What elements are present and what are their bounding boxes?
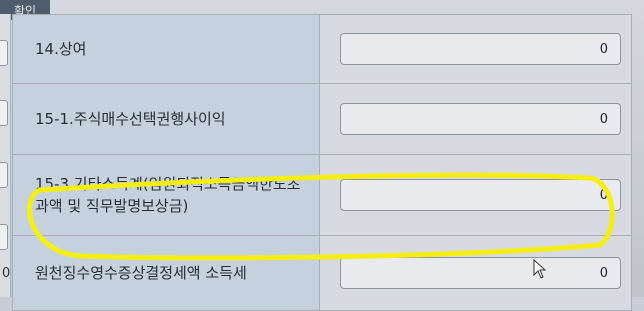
left-value-field[interactable] bbox=[0, 40, 8, 66]
left-value-field[interactable] bbox=[0, 224, 8, 250]
table-row: 15-3.기타소득계(임원퇴직소득금액한도초과액 및 직무발명보상금) 0 bbox=[12, 154, 632, 236]
table-row: 15-1.주식매수선택권행사이익 0 bbox=[12, 83, 632, 155]
table-row: 14.상여 0 bbox=[12, 14, 632, 84]
row-value-cell: 0 bbox=[319, 154, 632, 236]
row-label-other-income: 15-3.기타소득계(임원퇴직소득금액한도초과액 및 직무발명보상금) bbox=[12, 154, 320, 236]
mouse-cursor-icon bbox=[533, 259, 547, 279]
left-column-partial bbox=[0, 14, 11, 297]
row-value-cell: 0 bbox=[319, 235, 632, 311]
row-label-bonus: 14.상여 bbox=[12, 14, 320, 84]
bonus-input[interactable]: 0 bbox=[340, 33, 621, 65]
withholding-tax-input[interactable]: 0 bbox=[340, 257, 621, 289]
row-label-withholding-tax: 원천징수영수증상결정세액 소득세 bbox=[12, 235, 320, 311]
row-value-cell: 0 bbox=[319, 83, 632, 155]
row-value-cell: 0 bbox=[319, 14, 632, 84]
stock-option-input[interactable]: 0 bbox=[340, 103, 621, 135]
other-income-input[interactable]: 0 bbox=[340, 179, 621, 211]
left-value-field[interactable] bbox=[0, 162, 8, 188]
tax-form-screen: 확인 0 14.상여 0 15-1.주식매수선택권행사이익 0 15-3.기타소… bbox=[0, 0, 644, 311]
left-value-field[interactable] bbox=[0, 100, 8, 126]
row-label-stock-option: 15-1.주식매수선택권행사이익 bbox=[12, 83, 320, 155]
left-partial-value: 0 bbox=[2, 266, 11, 281]
